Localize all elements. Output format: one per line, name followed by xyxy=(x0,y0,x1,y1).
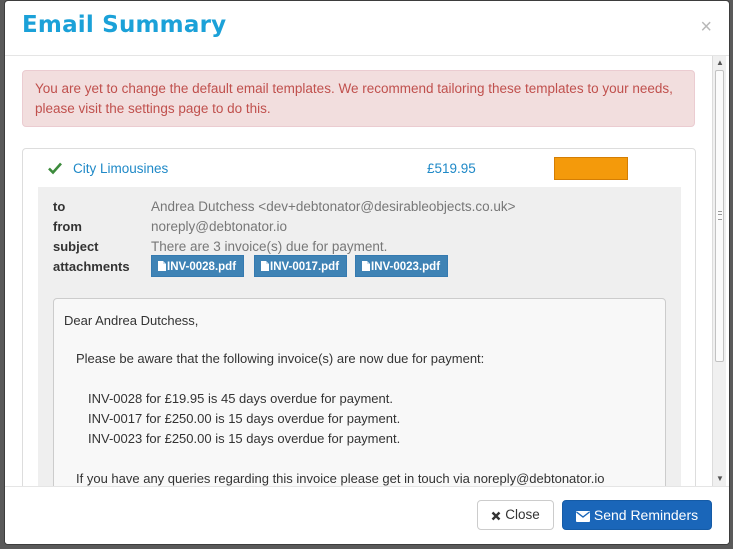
invoice-row-header[interactable]: City Limousines £519.95 xyxy=(23,149,695,187)
modal-scrollbar[interactable]: ▲ ▼ xyxy=(712,56,726,486)
template-warning-alert: You are yet to change the default email … xyxy=(22,70,695,127)
email-invoice-line: INV-0023 for £250.00 is 15 days overdue … xyxy=(88,431,401,446)
email-summary-modal: Email Summary × You are yet to change th… xyxy=(4,0,730,545)
email-details: to Andrea Dutchess <dev+debtonator@desir… xyxy=(38,187,681,486)
to-value: Andrea Dutchess <dev+debtonator@desirabl… xyxy=(151,199,516,214)
invoice-panel: City Limousines £519.95 to Andrea Dutche… xyxy=(22,148,696,486)
send-reminders-label: Send Reminders xyxy=(593,507,699,523)
attachments-label: attachments xyxy=(53,259,130,274)
invoice-amount: £519.95 xyxy=(427,161,476,176)
attachment-name: INV-0023.pdf xyxy=(371,261,441,273)
attachment-name: INV-0017.pdf xyxy=(270,261,340,273)
to-label: to xyxy=(53,199,66,214)
close-icon[interactable]: × xyxy=(700,17,712,37)
email-body-preview: Dear Andrea Dutchess, Please be aware th… xyxy=(53,298,666,486)
from-label: from xyxy=(53,219,82,234)
file-icon xyxy=(362,261,370,271)
email-invoice-line: INV-0017 for £250.00 is 15 days overdue … xyxy=(88,411,401,426)
subject-value: There are 3 invoice(s) due for payment. xyxy=(151,239,388,254)
scroll-down-arrow-icon[interactable]: ▼ xyxy=(714,473,726,485)
modal-title: Email Summary xyxy=(22,12,227,38)
check-icon xyxy=(48,162,62,175)
company-name-link[interactable]: City Limousines xyxy=(73,161,168,176)
modal-body: You are yet to change the default email … xyxy=(5,56,711,486)
times-icon xyxy=(491,511,501,521)
email-greeting: Dear Andrea Dutchess, xyxy=(64,313,199,328)
envelope-icon xyxy=(575,511,590,522)
scroll-up-arrow-icon[interactable]: ▲ xyxy=(714,57,726,69)
send-reminders-button[interactable]: Send Reminders xyxy=(562,500,712,530)
file-icon xyxy=(261,261,269,271)
from-value: noreply@debtonator.io xyxy=(151,219,288,234)
modal-header: Email Summary × xyxy=(5,1,729,56)
attachment-button[interactable]: INV-0028.pdf xyxy=(151,255,245,277)
scroll-thumb[interactable] xyxy=(715,70,724,362)
subject-label: subject xyxy=(53,239,99,254)
status-indicator-bar xyxy=(554,157,628,180)
attachment-name: INV-0028.pdf xyxy=(167,261,237,273)
email-invoice-line: INV-0028 for £19.95 is 45 days overdue f… xyxy=(88,391,393,406)
email-closing: If you have any queries regarding this i… xyxy=(76,471,605,486)
attachment-button[interactable]: INV-0023.pdf xyxy=(355,255,449,277)
file-icon xyxy=(158,261,166,271)
attachment-button[interactable]: INV-0017.pdf xyxy=(254,255,348,277)
modal-footer: Close Send Reminders xyxy=(5,486,729,544)
close-button[interactable]: Close xyxy=(477,500,554,530)
close-button-label: Close xyxy=(505,507,540,522)
email-intro: Please be aware that the following invoi… xyxy=(76,351,485,366)
